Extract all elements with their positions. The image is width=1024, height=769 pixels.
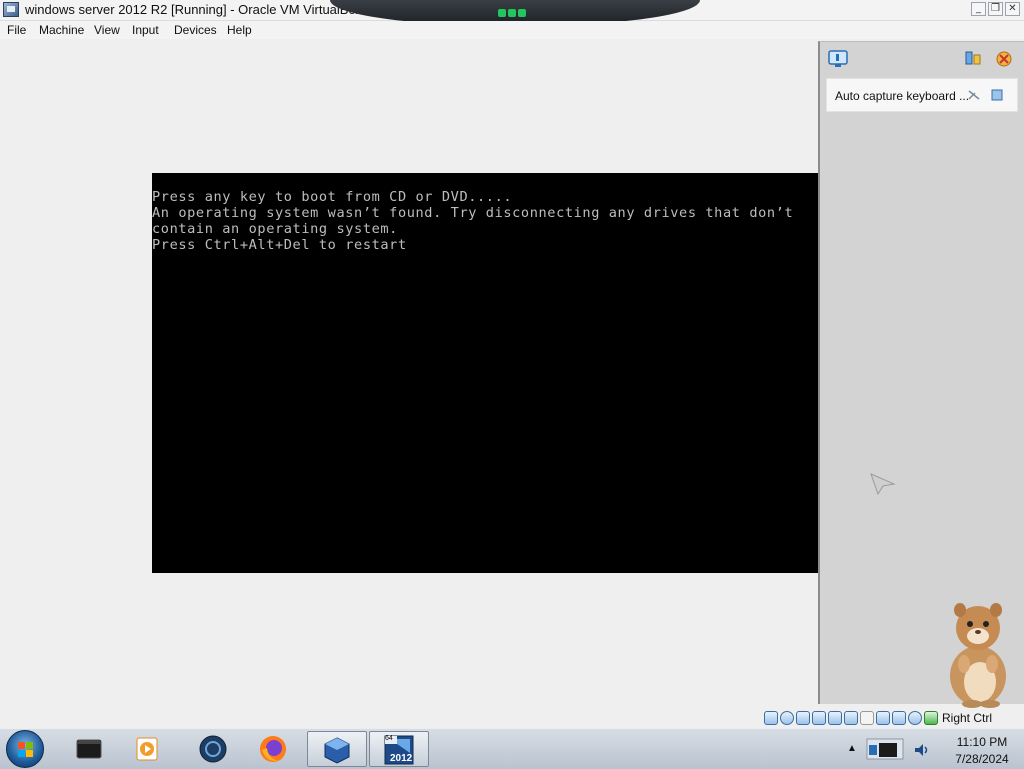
menu-input[interactable]: Input [132, 23, 159, 37]
volume-icon[interactable] [913, 741, 931, 759]
mouse-integration-icon[interactable] [908, 711, 922, 725]
restore-button[interactable]: ❐ [988, 2, 1003, 16]
virtualbox-tray-icon[interactable] [865, 735, 905, 763]
menu-view[interactable]: View [94, 23, 120, 37]
virtualbox-icon [3, 2, 19, 17]
vm-error-line-continued: contain an operating system. [152, 221, 398, 237]
media-player-app-icon [136, 737, 158, 761]
terminal-app-icon [76, 739, 102, 759]
mini-toolbar-pin-icon[interactable] [498, 6, 528, 17]
tray-expand-icon[interactable]: ▲ [847, 743, 857, 754]
optical-disk-icon[interactable] [780, 711, 794, 725]
globe-app-icon [199, 735, 227, 763]
menu-devices[interactable]: Devices [174, 23, 217, 37]
vm-status-bar: Right Ctrl [764, 708, 1024, 728]
windows-logo-icon [18, 742, 33, 757]
auto-capture-label: Auto capture keyboard ... [835, 89, 970, 103]
vm-restart-line: Press Ctrl+Alt+Del to restart [152, 237, 407, 253]
taskbar-globe[interactable] [184, 731, 244, 767]
system-tray: ▲ [847, 731, 939, 767]
window-titlebar: windows server 2012 R2 [Running] - Oracl… [0, 0, 1024, 26]
taskbar-virtualbox[interactable] [307, 731, 367, 767]
window-title: windows server 2012 R2 [Running] - Oracl… [25, 2, 363, 17]
vm-display[interactable]: Press any key to boot from CD or DVD....… [152, 173, 818, 573]
clock-time: 11:10 PM [956, 735, 1008, 749]
close-button[interactable]: ✕ [1005, 2, 1020, 16]
clock-date: 7/28/2024 [955, 752, 1009, 766]
minimize-button[interactable]: _ [971, 2, 986, 16]
clock[interactable]: 11:10 PM 7/28/2024 [940, 731, 1024, 767]
recording-icon[interactable] [876, 711, 890, 725]
display-icon[interactable] [860, 711, 874, 725]
shared-folders-icon[interactable] [844, 711, 858, 725]
start-button[interactable] [6, 730, 44, 768]
menu-machine[interactable]: Machine [39, 23, 84, 37]
mascot-hamster-icon [950, 603, 1006, 708]
discard-icon[interactable] [994, 50, 1014, 68]
taskbar: 64 2012 ▲ 11:10 PM 7/28/2024 [0, 728, 1024, 769]
usb-icon[interactable] [828, 711, 842, 725]
vm-badge-bits: 64 [385, 735, 393, 742]
side-panel: Auto capture keyboard ... [818, 41, 1024, 708]
vm-badge-version: 2012 [390, 753, 413, 764]
menu-file[interactable]: File [7, 23, 26, 37]
auto-capture-card[interactable]: Auto capture keyboard ... [826, 78, 1018, 112]
hard-disk-icon[interactable] [764, 711, 778, 725]
monitor-icon[interactable] [828, 50, 848, 68]
mouse-pointer-icon [870, 473, 896, 496]
firefox-app-icon [260, 736, 286, 762]
taskbar-firefox[interactable] [244, 731, 304, 767]
taskbar-media-player[interactable] [118, 731, 178, 767]
vm-error-line: An operating system wasn’t found. Try di… [152, 205, 794, 221]
keyboard-icon[interactable] [924, 711, 938, 725]
pin-icon[interactable] [967, 89, 981, 101]
vm-boot-line: Press any key to boot from CD or DVD....… [152, 189, 513, 205]
virtualbox-app-icon [324, 737, 350, 764]
settings-icon[interactable] [964, 50, 984, 68]
network-icon[interactable] [812, 711, 826, 725]
close-icon[interactable] [991, 89, 1003, 101]
menu-help[interactable]: Help [227, 23, 252, 37]
taskbar-windows-server-2012[interactable]: 64 2012 [369, 731, 429, 767]
menu-bar: File Machine View Input Devices Help [0, 21, 1024, 39]
host-key-label: Right Ctrl [942, 711, 993, 725]
cpu-icon[interactable] [892, 711, 906, 725]
taskbar-terminal[interactable] [60, 731, 120, 767]
audio-icon[interactable] [796, 711, 810, 725]
